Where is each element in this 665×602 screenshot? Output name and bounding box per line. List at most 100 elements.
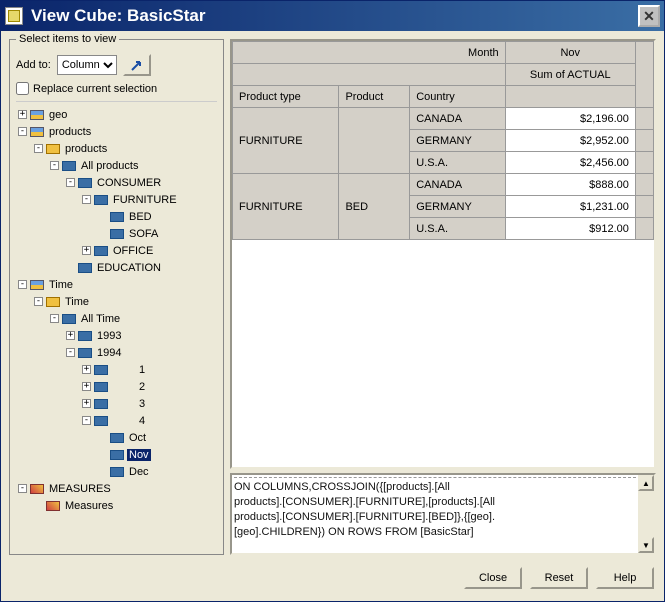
tree-item[interactable]: - 1994 (16, 344, 217, 361)
tree-label[interactable]: 4 (137, 415, 147, 427)
tree-label[interactable]: geo (47, 109, 69, 121)
data-grid[interactable]: MonthNovSum of ACTUALProduct typeProduct… (230, 39, 656, 469)
tree-item[interactable]: + OFFICE (16, 242, 217, 259)
tree-label[interactable]: MEASURES (47, 483, 113, 495)
tree-toggle-icon[interactable]: - (18, 127, 27, 136)
query-line: ON COLUMNS,CROSSJOIN({[products].[All (234, 480, 636, 495)
level-icon (110, 450, 124, 460)
tree-label[interactable]: products (47, 126, 93, 138)
tree-label[interactable]: BED (127, 211, 154, 223)
tree-toggle-icon[interactable]: - (18, 484, 27, 493)
tree-label[interactable]: 3 (137, 398, 147, 410)
level-icon (110, 229, 124, 239)
window-title: View Cube: BasicStar (31, 6, 638, 26)
tree-toggle-icon[interactable]: - (66, 178, 75, 187)
tree-item[interactable]: +3 (16, 395, 217, 412)
level-icon (110, 212, 124, 222)
tree-label[interactable]: 1 (137, 364, 147, 376)
add-button[interactable] (123, 54, 151, 76)
tree-item[interactable]: +2 (16, 378, 217, 395)
tree-label[interactable]: Dec (127, 466, 151, 478)
tree-label[interactable]: Oct (127, 432, 148, 444)
scroll-down-icon[interactable]: ▼ (638, 537, 654, 553)
app-icon (5, 7, 23, 25)
level-icon (62, 161, 76, 171)
tree-item[interactable]: - products (16, 123, 217, 140)
hier-icon (46, 297, 60, 307)
replace-checkbox[interactable] (16, 82, 29, 95)
tree-item[interactable]: - Time (16, 293, 217, 310)
tree-label[interactable]: Nov (127, 449, 151, 461)
tree-item[interactable]: - Time (16, 276, 217, 293)
tree-item[interactable]: + geo (16, 106, 217, 123)
tree-label[interactable]: Measures (63, 500, 115, 512)
level-icon (94, 399, 108, 409)
close-icon[interactable]: ✕ (638, 5, 660, 27)
tree-toggle-icon[interactable]: + (82, 382, 91, 391)
tree-toggle-icon[interactable]: - (82, 416, 91, 425)
tree-toggle-icon[interactable]: - (66, 348, 75, 357)
tree-item[interactable]: -4 (16, 412, 217, 429)
tree-label[interactable]: 1994 (95, 347, 123, 359)
select-items-panel: Select items to view Add to: Column Repl… (9, 39, 224, 555)
tree-label[interactable]: All Time (79, 313, 122, 325)
reset-button[interactable]: Reset (530, 567, 588, 589)
scrollbar[interactable]: ▲ ▼ (638, 475, 654, 553)
tree-label[interactable]: All products (79, 160, 140, 172)
addto-select[interactable]: Column (57, 55, 117, 75)
meas-icon (30, 484, 44, 494)
scroll-up-icon[interactable]: ▲ (638, 475, 654, 491)
tree-toggle-icon[interactable]: - (82, 195, 91, 204)
tree-item[interactable]: Dec (16, 463, 217, 480)
panel-legend: Select items to view (16, 33, 119, 45)
tree-item[interactable]: Oct (16, 429, 217, 446)
tree-toggle-icon[interactable]: - (50, 161, 59, 170)
tree-label[interactable]: 1993 (95, 330, 123, 342)
dimension-tree[interactable]: +geo-products-products-All products-CONS… (16, 101, 217, 548)
tree-toggle-icon[interactable]: + (82, 365, 91, 374)
query-line: [geo].CHILDREN}) ON ROWS FROM [BasicStar… (234, 525, 636, 540)
level-icon (110, 433, 124, 443)
tree-item[interactable]: Measures (16, 497, 217, 514)
replace-label: Replace current selection (33, 83, 157, 95)
dim-icon (30, 110, 44, 120)
tree-label[interactable]: FURNITURE (111, 194, 179, 206)
tree-toggle-icon[interactable]: + (66, 331, 75, 340)
tree-toggle-icon[interactable]: + (82, 399, 91, 408)
tree-label[interactable]: Time (63, 296, 91, 308)
tree-toggle-icon[interactable]: - (34, 297, 43, 306)
level-icon (94, 416, 108, 426)
close-button[interactable]: Close (464, 567, 522, 589)
tree-toggle-icon[interactable]: - (18, 280, 27, 289)
query-line: products].[CONSUMER].[FURNITURE].[BED]},… (234, 510, 636, 525)
tree-toggle-icon[interactable]: - (50, 314, 59, 323)
tree-item[interactable]: +1993 (16, 327, 217, 344)
addto-label: Add to: (16, 59, 51, 71)
tree-label[interactable]: EDUCATION (95, 262, 163, 274)
tree-item[interactable]: - MEASURES (16, 480, 217, 497)
tree-item[interactable]: EDUCATION (16, 259, 217, 276)
help-button[interactable]: Help (596, 567, 654, 589)
tree-toggle-icon[interactable]: - (34, 144, 43, 153)
level-icon (62, 314, 76, 324)
tree-toggle-icon[interactable]: + (18, 110, 27, 119)
tree-item[interactable]: BED (16, 208, 217, 225)
level-icon (78, 178, 92, 188)
tree-item[interactable]: - FURNITURE (16, 191, 217, 208)
tree-item[interactable]: Nov (16, 446, 217, 463)
tree-item[interactable]: - All products (16, 157, 217, 174)
tree-item[interactable]: - All Time (16, 310, 217, 327)
tree-label[interactable]: products (63, 143, 109, 155)
tree-item[interactable]: - products (16, 140, 217, 157)
tree-toggle-icon[interactable]: + (82, 246, 91, 255)
tree-label[interactable]: SOFA (127, 228, 160, 240)
tree-label[interactable]: Time (47, 279, 75, 291)
tree-label[interactable]: CONSUMER (95, 177, 163, 189)
level-icon (110, 467, 124, 477)
tree-item[interactable]: SOFA (16, 225, 217, 242)
tree-item[interactable]: +1 (16, 361, 217, 378)
tree-item[interactable]: - CONSUMER (16, 174, 217, 191)
tree-label[interactable]: OFFICE (111, 245, 155, 257)
level-icon (94, 195, 108, 205)
tree-label[interactable]: 2 (137, 381, 147, 393)
